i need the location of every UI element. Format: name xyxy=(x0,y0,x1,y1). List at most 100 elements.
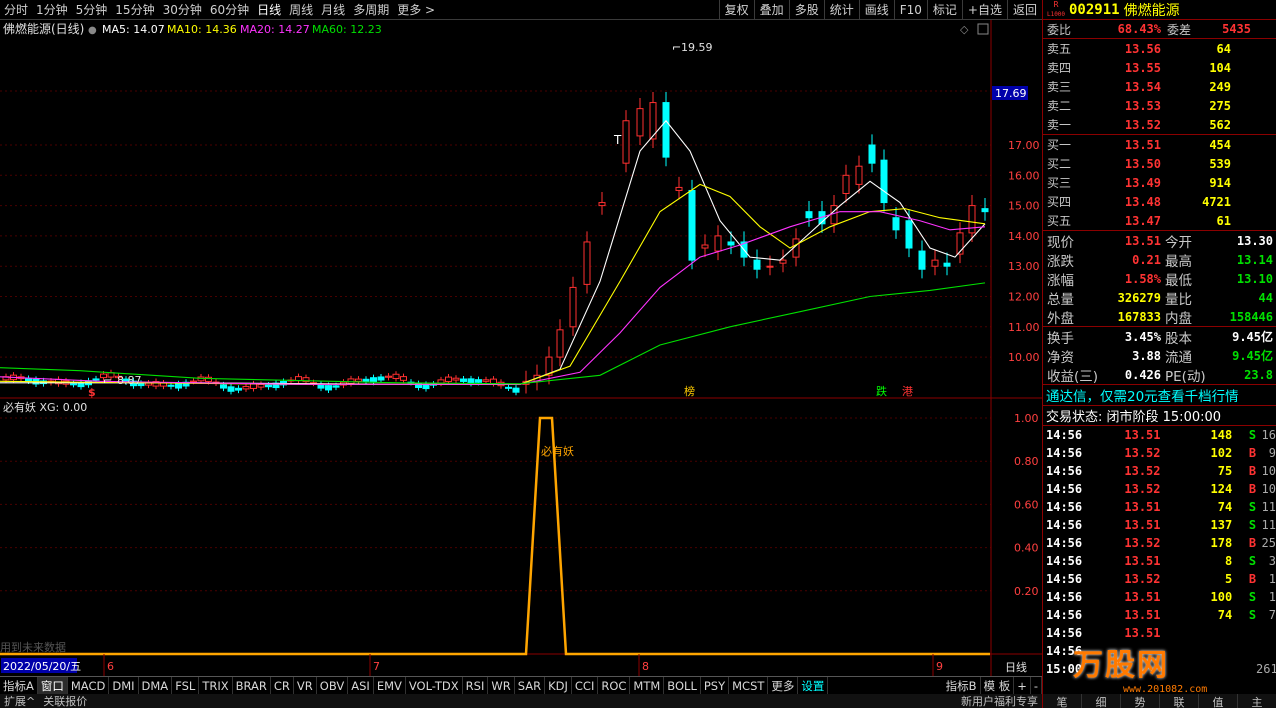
marker-die[interactable]: 跌 xyxy=(876,384,887,398)
period-tab-6[interactable]: 日线 xyxy=(253,1,285,18)
quote-row-label2: 最低 xyxy=(1165,272,1192,289)
tick-row: 14:56 13.51 148 S 16 xyxy=(1043,426,1276,444)
period-tab-1[interactable]: 1分钟 xyxy=(32,1,72,18)
period-tab-10[interactable]: 更多 > xyxy=(393,1,439,18)
bid-row-volume: 454 xyxy=(1209,137,1231,152)
bid-row: 买五 13.47 61 xyxy=(1043,211,1276,230)
indicator-tab-15[interactable]: WR xyxy=(488,676,515,695)
tool-button-1[interactable]: 叠加 xyxy=(753,0,789,20)
quote-row-label2: 内盘 xyxy=(1165,310,1192,327)
indicator-tab-1[interactable]: 窗口 xyxy=(37,676,68,695)
new-user-promo[interactable]: 新用户福利专享 xyxy=(957,693,1042,708)
tool-button-4[interactable]: 画线 xyxy=(858,0,894,20)
indicator-tab-8[interactable]: CR xyxy=(271,676,294,695)
quote-row-value2: 13.10 xyxy=(1236,271,1273,286)
tool-button-7[interactable]: +自选 xyxy=(961,0,1007,20)
tick-price: 13.51 xyxy=(1124,428,1161,442)
indicator-tab-0[interactable]: 指标A xyxy=(0,676,38,695)
indicator-tab-20[interactable]: MTM xyxy=(630,676,665,695)
ma20-label: MA20: 14.27 xyxy=(240,23,310,36)
marker-dollar[interactable]: $ xyxy=(88,386,96,399)
indicator-tab-10[interactable]: OBV xyxy=(317,676,349,695)
bid-row-price: 13.50 xyxy=(1124,156,1161,171)
tick-time: 14:56 xyxy=(1046,572,1083,586)
period-tab-8[interactable]: 月线 xyxy=(317,1,349,18)
detail-tab-0[interactable]: 笔 xyxy=(1043,694,1082,708)
indicator-tab-25[interactable]: 设置 xyxy=(798,676,829,695)
tool-button-8[interactable]: 返回 xyxy=(1006,0,1042,20)
indicator-tab-6[interactable]: TRIX xyxy=(199,676,233,695)
indicator-tab-19[interactable]: ROC xyxy=(598,676,631,695)
candle-body xyxy=(392,373,400,380)
period-tab-3[interactable]: 15分钟 xyxy=(111,1,158,18)
detail-tab-2[interactable]: 势 xyxy=(1121,694,1160,708)
marker-gang[interactable]: 港 xyxy=(902,385,913,398)
indicator-tab-13[interactable]: VOL-TDX xyxy=(406,676,463,695)
tick-count: 9 xyxy=(1268,446,1276,460)
ma10-label: MA10: 14.36 xyxy=(167,23,237,36)
detail-tab-4[interactable]: 值 xyxy=(1199,694,1238,708)
promo-row[interactable]: 通达信，仅需20元查看千档行情 xyxy=(1043,385,1276,406)
period-tab-9[interactable]: 多周期 xyxy=(349,1,393,18)
ask-row: 卖二 13.53 275 xyxy=(1043,96,1276,115)
indicator-tab-18[interactable]: CCI xyxy=(572,676,599,695)
tick-row: 14:56 13.52 102 B 9 xyxy=(1043,444,1276,462)
indicator-tab-3[interactable]: DMI xyxy=(109,676,139,695)
indicator-tab-17[interactable]: KDJ xyxy=(545,676,572,695)
period-tab-7[interactable]: 周线 xyxy=(285,1,317,18)
indicator-tab-9[interactable]: VR xyxy=(294,676,317,695)
right-tab-2[interactable]: + xyxy=(1014,676,1031,695)
indicator-tab-16[interactable]: SAR xyxy=(515,676,546,695)
period-switch-button[interactable]: 日线 xyxy=(1005,660,1027,674)
period-tab-2[interactable]: 5分钟 xyxy=(72,1,112,18)
detail-tab-1[interactable]: 细 xyxy=(1082,694,1121,708)
right-tab-1[interactable]: 模 板 xyxy=(981,676,1015,695)
right-tab-3[interactable]: - xyxy=(1031,676,1042,695)
tick-time: 14:56 xyxy=(1046,554,1083,568)
candle-body xyxy=(452,377,460,381)
tick-side: B xyxy=(1248,536,1257,550)
indicator-tab-23[interactable]: MCST xyxy=(729,676,769,695)
indicator-tab-4[interactable]: DMA xyxy=(139,676,173,695)
indicator-tab-21[interactable]: BOLL xyxy=(664,676,701,695)
period-tab-0[interactable]: 分时 xyxy=(0,1,32,18)
tool-button-6[interactable]: 标记 xyxy=(926,0,962,20)
detail-tab-3[interactable]: 联 xyxy=(1160,694,1199,708)
indicator-tab-5[interactable]: FSL xyxy=(172,676,200,695)
dropdown-icon[interactable]: ● xyxy=(88,25,97,36)
diamond-icon[interactable]: ◇ xyxy=(960,23,969,36)
marker-bang[interactable]: 榜 xyxy=(684,384,695,398)
tick-side: B xyxy=(1248,572,1257,586)
related-quote-button[interactable]: 关联报价 xyxy=(39,693,91,708)
indicator-tab-14[interactable]: RSI xyxy=(463,676,489,695)
tick-count: 11 xyxy=(1261,500,1276,514)
tick-volume: 74 xyxy=(1217,500,1233,514)
kline-chart[interactable]: 佛燃能源(日线) ● MA5: 14.07 MA10: 14.36 MA20: … xyxy=(0,20,1042,676)
bid-row: 买四 13.48 4721 xyxy=(1043,192,1276,211)
indicator-tab-7[interactable]: BRAR xyxy=(233,676,271,695)
period-tab-5[interactable]: 60分钟 xyxy=(206,1,253,18)
month-tick: 8 xyxy=(642,660,649,673)
period-tab-4[interactable]: 30分钟 xyxy=(159,1,206,18)
tick-time: 14:56 xyxy=(1046,500,1083,514)
tick-count: 16 xyxy=(1261,428,1276,442)
candle-body xyxy=(892,217,900,231)
expand-button[interactable]: 扩展^ xyxy=(0,693,39,708)
tool-button-5[interactable]: F10 xyxy=(893,0,927,20)
indicator-tab-11[interactable]: ASI xyxy=(348,676,374,695)
tool-button-0[interactable]: 复权 xyxy=(718,0,754,20)
tool-button-2[interactable]: 多股 xyxy=(788,0,824,20)
right-tab-0[interactable]: 指标B xyxy=(943,676,981,695)
indicator-tab-2[interactable]: MACD xyxy=(68,676,110,695)
tool-button-3[interactable]: 统计 xyxy=(823,0,859,20)
indicator-tab-24[interactable]: 更多 xyxy=(768,676,799,695)
indicator-tab-22[interactable]: PSY xyxy=(701,676,730,695)
bid-row-volume: 4721 xyxy=(1202,194,1231,209)
tick-price: 13.52 xyxy=(1124,536,1161,550)
indicator-tab-12[interactable]: EMV xyxy=(374,676,406,695)
indicator-tabs: 指标A 窗口 MACD DMI DMA FSL TRIX BRAR CR VR OBV ASI EMV V… xyxy=(0,676,1042,695)
quote-stats: 现价 13.51 今开 13.30 涨跌 0.21 最高 13.14 涨幅 1.58% 最低 13.1… xyxy=(1043,231,1276,327)
tick-count: 10 xyxy=(1261,464,1276,478)
tick-price: 13.52 xyxy=(1124,482,1161,496)
detail-tab-5[interactable]: 主 xyxy=(1238,694,1276,708)
